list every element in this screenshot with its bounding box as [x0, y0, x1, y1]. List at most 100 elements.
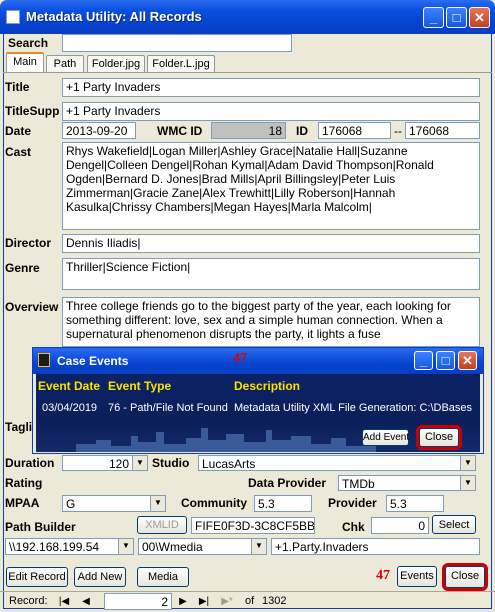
case-events-title-bar: Case Events 47 _ □ ✕ [33, 348, 483, 374]
case-events-body: Event Date Event Type Description 03/04/… [36, 374, 480, 452]
nav-divider [0, 591, 495, 592]
add-new-button[interactable]: Add New [74, 567, 126, 587]
xmlid-field[interactable]: FIFE0F3D-3C8CF5BB [191, 517, 315, 534]
title-bar: Metadata Utility: All Records _ □ ✕ [0, 0, 495, 34]
chk-label: Chk [342, 520, 365, 534]
chevron-down-icon[interactable]: ▼ [460, 476, 475, 490]
date-field[interactable]: 2013-09-20 [62, 122, 136, 139]
genre-field[interactable]: Thriller|Science Fiction| [62, 258, 480, 290]
chevron-down-icon[interactable]: ▼ [150, 496, 165, 511]
provider-field[interactable]: 5.3 [386, 495, 444, 512]
path-server-value: \\192.168.199.54 [9, 540, 100, 554]
search-input[interactable] [62, 34, 292, 52]
app-icon [6, 10, 20, 24]
column-header-event-type: Event Type [108, 379, 172, 393]
id-field[interactable]: 176068 [318, 122, 391, 139]
studio-value: LucasArts [202, 457, 256, 471]
record-number-field[interactable]: 2 [104, 593, 172, 610]
data-provider-value: TMDb [342, 477, 375, 491]
events-button[interactable]: Events [397, 566, 437, 587]
studio-combo[interactable]: LucasArts ▼ [198, 455, 476, 471]
duration-value: 120 [108, 457, 129, 471]
tab-main[interactable]: Main [6, 52, 44, 72]
chk-field[interactable]: 0 [371, 517, 429, 534]
column-header-description: Description [234, 379, 301, 393]
path-server-combo[interactable]: \\192.168.199.54 ▼ [5, 538, 134, 555]
path-share-value: 00\Wmedia [142, 540, 203, 554]
total-records: 1302 [262, 595, 287, 607]
tagline-label: Tagli [5, 420, 33, 434]
titlesupp-field[interactable]: +1 Party Invaders [62, 102, 480, 121]
first-record-icon[interactable]: |◀ [57, 595, 71, 609]
tab-folder-jpg[interactable]: Folder.jpg [87, 55, 145, 73]
search-label: Search [8, 36, 49, 50]
minimize-button[interactable]: _ [423, 7, 444, 28]
chevron-down-icon[interactable]: ▼ [132, 456, 147, 470]
path-share-combo[interactable]: 00\Wmedia ▼ [138, 538, 267, 555]
mpaa-value: G [66, 497, 76, 511]
select-button[interactable]: Select [432, 515, 476, 534]
new-record-icon[interactable]: ▶* [220, 595, 234, 609]
titlesupp-label: TitleSupp [5, 104, 60, 118]
id-field-2[interactable]: 176068 [405, 122, 480, 139]
duration-label: Duration [5, 456, 55, 470]
tab-path[interactable]: Path [46, 55, 84, 73]
case-events-window: Case Events 47 _ □ ✕ Event Date Event Ty… [32, 347, 484, 454]
maximize-button[interactable]: □ [446, 7, 467, 28]
event-type-cell: 76 - Path/File Not Found [108, 402, 228, 414]
mpaa-label: MPAA [5, 496, 40, 510]
close-button[interactable]: Close [442, 563, 488, 591]
wmcid-field: 18 [211, 122, 286, 139]
chevron-down-icon[interactable]: ▼ [251, 539, 266, 554]
add-event-button[interactable]: Add Event [362, 429, 409, 446]
edit-record-button[interactable]: Edit Record [6, 567, 68, 587]
wmcid-label: WMC ID [157, 124, 203, 138]
community-label: Community [181, 496, 247, 510]
xmlid-button[interactable]: XMLID [137, 516, 187, 534]
id-separator: -- [394, 124, 402, 138]
duration-combo[interactable]: 120 ▼ [62, 455, 148, 471]
prev-record-icon[interactable]: ◀ [79, 595, 93, 609]
tab-folder-l-jpg[interactable]: Folder.L.jpg [147, 55, 215, 73]
chevron-down-icon[interactable]: ▼ [118, 539, 133, 554]
media-button[interactable]: Media [137, 567, 189, 587]
record-label: Record: [9, 595, 48, 607]
case-events-title: Case Events [57, 354, 129, 368]
chevron-down-icon[interactable]: ▼ [460, 456, 475, 470]
director-field[interactable]: Dennis Iliadis| [62, 234, 480, 253]
path-builder-label: Path Builder [5, 520, 76, 534]
window-title: Metadata Utility: All Records [26, 9, 202, 24]
title-field[interactable]: +1 Party Invaders [62, 78, 480, 97]
event-date-cell: 03/04/2019 [42, 402, 98, 414]
tab-divider [3, 72, 492, 73]
cast-field[interactable]: Rhys Wakefield|Logan Miller|Ashley Grace… [62, 142, 480, 230]
maximize-button[interactable]: □ [436, 351, 455, 370]
table-row[interactable]: 03/04/2019 76 - Path/File Not Found Meta… [36, 398, 480, 418]
provider-label: Provider [328, 496, 377, 510]
case-events-close-button[interactable]: Close [416, 425, 462, 450]
close-icon[interactable]: ✕ [458, 351, 477, 370]
city-skyline-image [76, 428, 376, 452]
community-field[interactable]: 5.3 [254, 495, 312, 512]
case-events-badge: 47 [233, 351, 247, 366]
director-label: Director [5, 236, 52, 250]
date-label: Date [5, 124, 32, 138]
app-icon [38, 353, 50, 367]
close-window-button[interactable]: ✕ [469, 7, 490, 28]
mpaa-combo[interactable]: G ▼ [62, 495, 166, 512]
title-label: Title [5, 80, 30, 94]
overview-label: Overview [5, 300, 59, 314]
last-record-icon[interactable]: ▶| [197, 595, 211, 609]
cast-label: Cast [5, 145, 32, 159]
genre-label: Genre [5, 261, 40, 275]
description-cell: Metadata Utility XML File Generation: C:… [234, 402, 473, 414]
minimize-button[interactable]: _ [414, 351, 433, 370]
path-folder-field[interactable]: +1.Party.Invaders [271, 538, 480, 555]
of-label: of [245, 595, 255, 607]
rating-label: Rating [5, 476, 43, 490]
column-header-event-date: Event Date [38, 379, 101, 393]
data-provider-combo[interactable]: TMDb ▼ [338, 475, 476, 491]
data-provider-label: Data Provider [248, 476, 327, 490]
next-record-icon[interactable]: ▶ [176, 595, 190, 609]
overview-field[interactable]: Three college friends go to the biggest … [62, 297, 480, 347]
